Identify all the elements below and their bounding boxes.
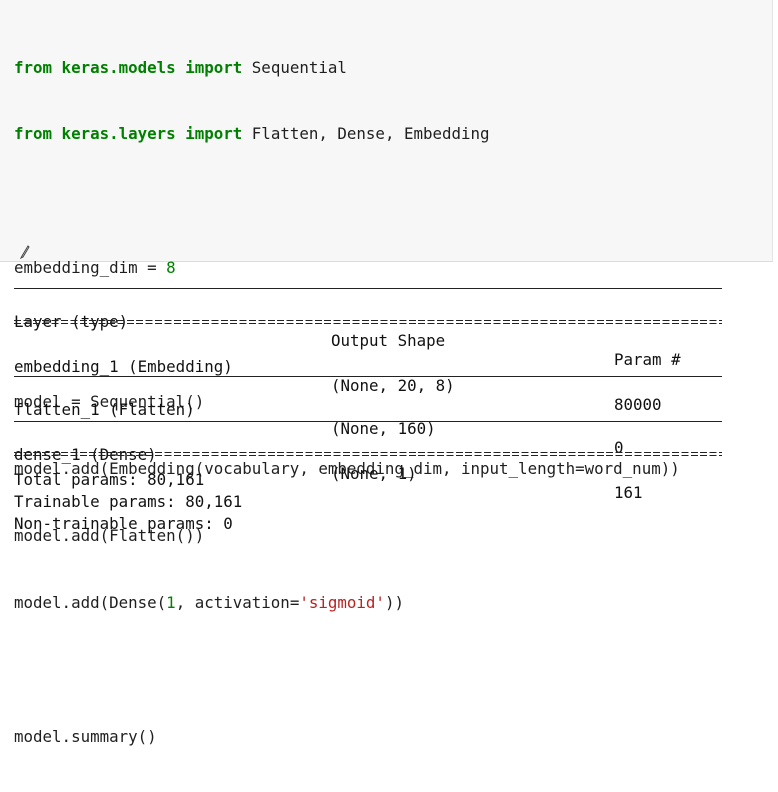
table-rule bbox=[14, 288, 722, 289]
table-rule bbox=[14, 376, 722, 377]
table-double-rule bbox=[14, 452, 722, 456]
table-row: embedding_1 (Embedding) (None, 20, 8) 80… bbox=[14, 338, 662, 414]
code-line-9: model.add(Dense(1, activation='sigmoid')… bbox=[14, 592, 680, 614]
number-literal: 1 bbox=[166, 592, 176, 612]
keyword: import bbox=[185, 57, 243, 77]
table-double-rule bbox=[14, 320, 722, 324]
module-name: keras.layers bbox=[52, 124, 186, 144]
string-literal: 'sigmoid' bbox=[299, 592, 385, 612]
param-count: 80000 bbox=[614, 395, 662, 414]
layer-name: flatten_1 (Flatten) bbox=[14, 400, 195, 419]
import-names: Sequential bbox=[242, 57, 347, 77]
code-text: model.add(Dense( bbox=[14, 592, 167, 612]
output-shape: (None, 1) bbox=[331, 464, 417, 483]
keyword: import bbox=[185, 124, 243, 144]
code-line-11: model.summary() bbox=[14, 726, 157, 746]
table-row: flatten_1 (Flatten) (None, 160) 0 bbox=[14, 381, 624, 457]
param-count: 161 bbox=[614, 483, 643, 502]
layer-name: embedding_1 (Embedding) bbox=[14, 357, 233, 376]
import-names: Flatten, Dense, Embedding bbox=[242, 124, 490, 144]
code-text: )) bbox=[384, 592, 404, 612]
code-text: , activation= bbox=[175, 592, 300, 612]
pencil-cursor-icon bbox=[20, 245, 30, 259]
assignment: embedding_dim = bbox=[14, 258, 167, 278]
code-cell[interactable]: from keras.models import Sequential from… bbox=[0, 0, 773, 746]
total-params: Total params: 80,161 bbox=[14, 470, 205, 489]
keyword: from bbox=[14, 57, 53, 77]
keyword: from bbox=[14, 124, 53, 144]
header-shape: Output Shape bbox=[331, 331, 446, 350]
code-line-4: embedding_dim = 8 bbox=[14, 257, 680, 279]
non-trainable-params: Non-trainable params: 0 bbox=[14, 514, 233, 533]
output-shape: (None, 20, 8) bbox=[331, 376, 455, 395]
header-params: Param # bbox=[614, 350, 681, 369]
table-row: dense_1 (Dense) (None, 1) 161 bbox=[14, 426, 643, 502]
code-line-1: from keras.models import Sequential bbox=[14, 57, 680, 79]
table-rule bbox=[14, 421, 722, 422]
number-literal: 8 bbox=[166, 258, 176, 278]
module-name: keras.models bbox=[52, 57, 186, 77]
trainable-params: Trainable params: 80,161 bbox=[14, 492, 243, 511]
summary-header-row: Layer (type) Output Shape Param # bbox=[14, 293, 681, 369]
code-line-2: from keras.layers import Flatten, Dense,… bbox=[14, 123, 680, 145]
